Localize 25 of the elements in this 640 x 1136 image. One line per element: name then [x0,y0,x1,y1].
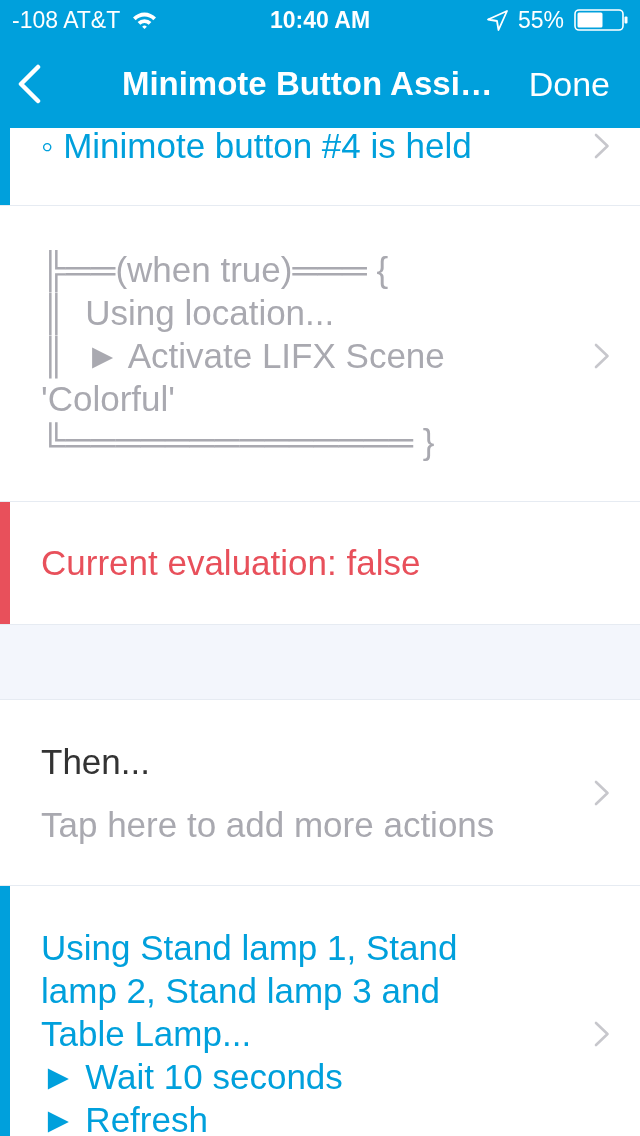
code-line: ║ Using location... [41,291,511,334]
screen-title: Minimote Button Assi… [120,64,494,105]
chevron-right-icon [594,780,610,806]
chevron-right-icon [594,133,610,159]
code-line: ╚══════════════ } [41,421,436,463]
chevron-right-icon [594,1020,610,1047]
action-text: Using Stand lamp 1, Stand lamp 2, Stand lamp 3 and Table Lamp... [41,927,459,1055]
done-button[interactable]: Done [514,58,640,110]
carrier-text: -108 AT&T [12,5,121,35]
list-row[interactable]: ◦ Minimote button #4 is held [0,128,640,206]
action-step: ► Refresh [41,1098,511,1136]
section-title: Then... [41,741,151,783]
location-arrow-icon [486,9,508,31]
code-line: ║ ► Activate LIFX Scene 'Colorful' [41,336,446,420]
add-actions-hint: Tap here to add more actions [41,804,495,846]
evaluation-text: Current evaluation: false [41,545,421,581]
back-chevron-icon [16,64,42,104]
wifi-icon [132,11,158,29]
action-step: ► Wait 10 seconds [41,1055,511,1098]
condition-text: ◦ Minimote button #4 is held [41,128,472,164]
battery-percent-text: 55% [517,5,564,35]
code-line: ╠══(when true)═══ { [41,248,511,291]
clock-text: 10:40 AM [268,5,372,35]
battery-icon [574,9,628,31]
chevron-right-icon [594,342,610,369]
